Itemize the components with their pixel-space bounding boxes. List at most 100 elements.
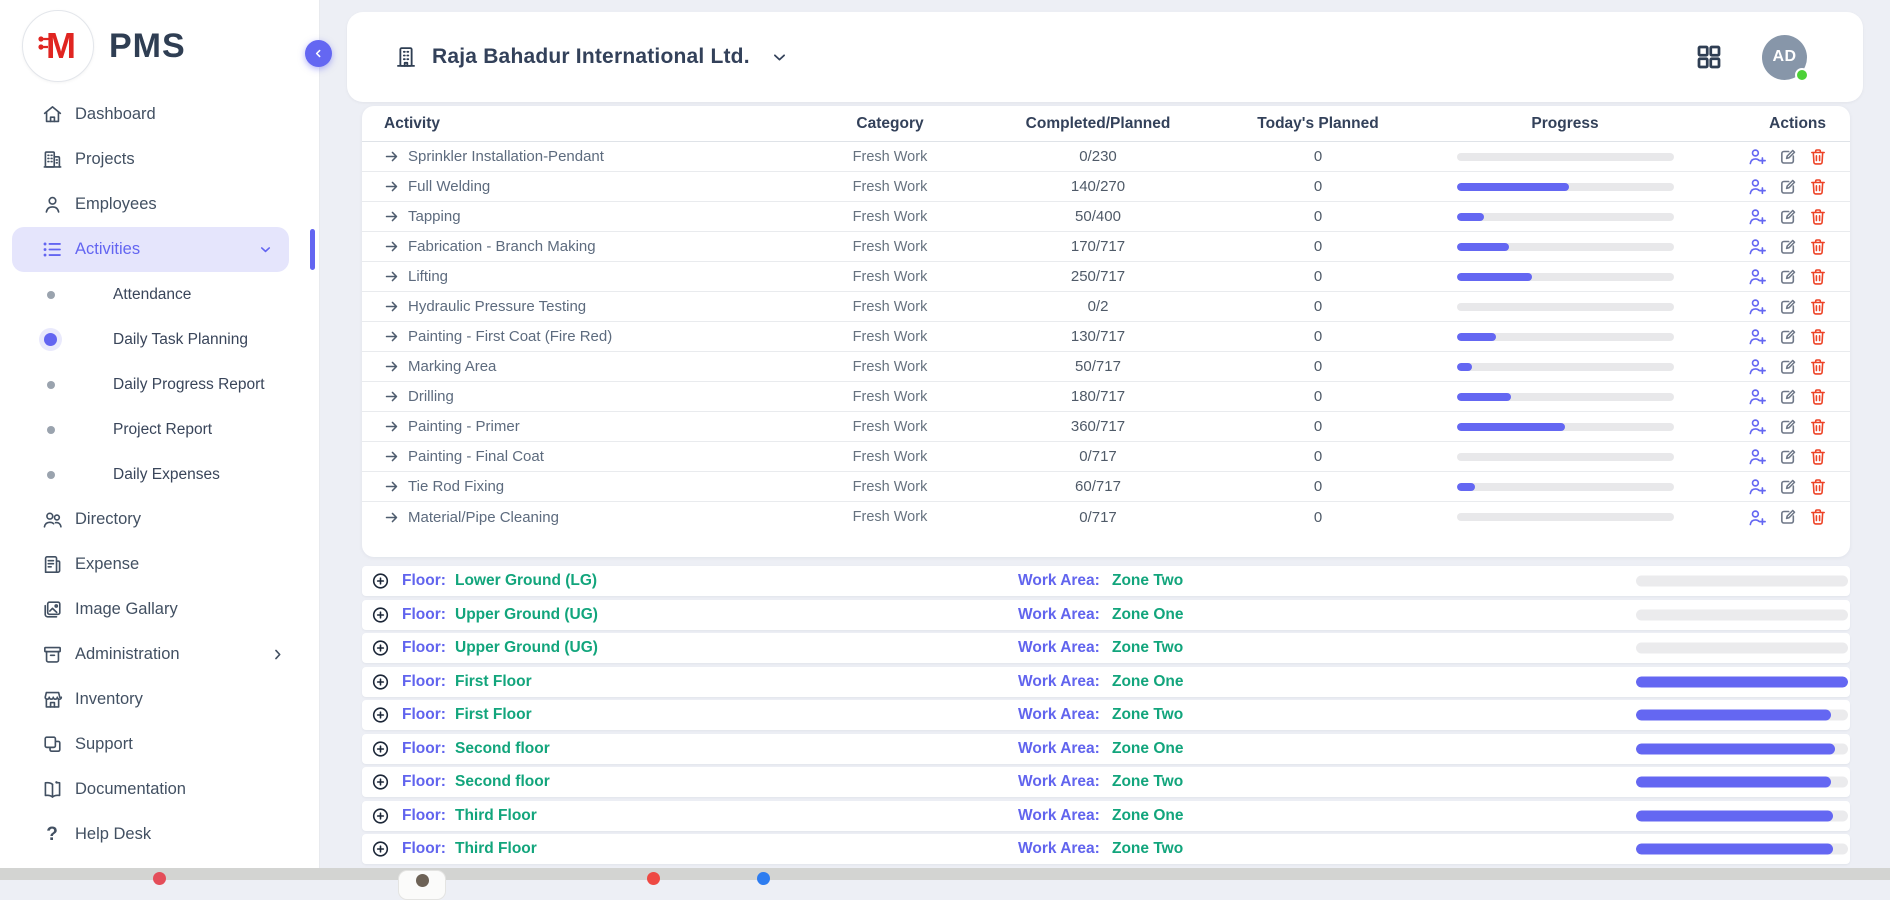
sidebar-item-expense[interactable]: Expense [0,542,319,587]
sidebar-item-help-desk[interactable]: ?Help Desk [0,812,319,857]
delete-activity-button[interactable] [1808,387,1828,407]
assign-user-button[interactable] [1747,507,1768,528]
floor-group-row[interactable]: Floor:Third FloorWork Area:Zone Two [362,834,1850,864]
assign-user-button[interactable] [1747,206,1768,227]
sidebar-subitem-daily-progress-report[interactable]: Daily Progress Report [0,362,319,407]
sidebar-item-directory[interactable]: Directory [0,497,319,542]
edit-activity-button[interactable] [1778,507,1798,527]
apps-grid-button[interactable] [1694,42,1724,72]
assign-user-button[interactable] [1747,236,1768,257]
delete-activity-button[interactable] [1808,477,1828,497]
floor-progress-bar [1636,777,1848,788]
plus-circle-icon[interactable] [371,605,390,624]
delete-activity-button[interactable] [1808,417,1828,437]
edit-activity-button[interactable] [1778,327,1798,347]
edit-activity-button[interactable] [1778,237,1798,257]
sidebar-item-dashboard[interactable]: Dashboard [0,92,319,137]
assign-user-button[interactable] [1747,446,1768,467]
floor-group-row[interactable]: Floor:First FloorWork Area:Zone One [362,667,1850,697]
plus-circle-icon[interactable] [371,739,390,758]
delete-activity-button[interactable] [1808,447,1828,467]
plus-circle-icon[interactable] [371,840,390,859]
activity-cell: Tapping [362,208,782,225]
sidebar-subitem-daily-expenses[interactable]: Daily Expenses [0,452,319,497]
delete-activity-button[interactable] [1808,177,1828,197]
progress-cell [1438,513,1692,521]
activity-row: Fabrication - Branch MakingFresh Work170… [362,232,1850,262]
company-selector[interactable]: Raja Bahadur International Ltd. [393,44,788,70]
floor-group-row[interactable]: Floor:Upper Ground (UG)Work Area:Zone On… [362,600,1850,630]
sidebar-item-image-gallary[interactable]: Image Gallary [0,587,319,632]
sidebar-subitem-attendance[interactable]: Attendance [0,272,319,317]
delete-icon [1808,147,1828,167]
delete-activity-button[interactable] [1808,507,1828,527]
work-area-label: Work Area: [1018,706,1100,724]
plus-circle-icon[interactable] [371,806,390,825]
taskbar-app-icon[interactable] [647,872,660,885]
sidebar-collapse-button[interactable] [305,40,332,67]
activity-row: DrillingFresh Work180/7170 [362,382,1850,412]
sidebar-item-activities[interactable]: Activities [12,227,289,272]
sidebar-item-employees[interactable]: Employees [0,182,319,227]
edit-activity-button[interactable] [1778,417,1798,437]
delete-activity-button[interactable] [1808,147,1828,167]
taskbar-app-icon[interactable] [153,872,166,885]
sidebar-subitem-project-report[interactable]: Project Report [0,407,319,452]
edit-activity-button[interactable] [1778,357,1798,377]
floor-group-row[interactable]: Floor:Second floorWork Area:Zone One [362,734,1850,764]
progress-bar [1457,273,1674,281]
floor-group-row[interactable]: Floor:Upper Ground (UG)Work Area:Zone Tw… [362,633,1850,663]
plus-circle-icon[interactable] [371,672,390,691]
assign-user-button[interactable] [1747,476,1768,497]
assign-user-button[interactable] [1747,416,1768,437]
actions-cell [1692,507,1850,528]
sidebar-item-support[interactable]: Support [0,722,319,767]
buildings-icon [40,148,64,172]
sidebar-item-inventory[interactable]: Inventory [0,677,319,722]
logo-mark-icon: M [22,10,94,82]
floor-group-row[interactable]: Floor:Second floorWork Area:Zone Two [362,767,1850,797]
floor-group-row[interactable]: Floor:Third FloorWork Area:Zone One [362,801,1850,831]
delete-activity-button[interactable] [1808,237,1828,257]
assign-user-button[interactable] [1747,296,1768,317]
edit-activity-button[interactable] [1778,477,1798,497]
edit-activity-button[interactable] [1778,207,1798,227]
plus-circle-icon[interactable] [371,639,390,658]
edit-activity-button[interactable] [1778,177,1798,197]
edit-activity-button[interactable] [1778,267,1798,287]
assign-user-button[interactable] [1747,266,1768,287]
category-value: Fresh Work [782,269,998,285]
sidebar-item-projects[interactable]: Projects [0,137,319,182]
delete-activity-button[interactable] [1808,327,1828,347]
delete-activity-button[interactable] [1808,207,1828,227]
delete-activity-button[interactable] [1808,357,1828,377]
assign-user-button[interactable] [1747,326,1768,347]
floor-name: Upper Ground (UG) [455,639,598,657]
floor-group-row[interactable]: Floor:First FloorWork Area:Zone Two [362,700,1850,730]
sidebar-subitem-daily-task-planning[interactable]: Daily Task Planning [0,317,319,362]
plus-circle-icon[interactable] [371,773,390,792]
edit-activity-button[interactable] [1778,147,1798,167]
app-face-icon [416,874,429,887]
plus-circle-icon[interactable] [371,706,390,725]
edit-activity-button[interactable] [1778,387,1798,407]
user-avatar[interactable]: AD [1762,35,1807,80]
taskbar-app-icon[interactable] [398,870,446,900]
delete-activity-button[interactable] [1808,267,1828,287]
plus-circle-icon[interactable] [371,572,390,591]
assign-user-button[interactable] [1747,146,1768,167]
assign-user-button[interactable] [1747,356,1768,377]
taskbar-app-icon[interactable] [757,872,770,885]
column-header-actions: Actions [1692,115,1850,133]
delete-activity-button[interactable] [1808,297,1828,317]
assign-user-button[interactable] [1747,176,1768,197]
table-header-row: Activity Category Completed/Planned Toda… [362,106,1850,142]
edit-activity-button[interactable] [1778,297,1798,317]
edit-activity-button[interactable] [1778,447,1798,467]
floor-group-row[interactable]: Floor:Lower Ground (LG)Work Area:Zone Tw… [362,566,1850,596]
assign-user-icon [1747,446,1768,467]
sidebar-item-administration[interactable]: Administration [0,632,319,677]
work-area-zone: Zone Two [1112,773,1183,791]
sidebar-item-documentation[interactable]: Documentation [0,767,319,812]
assign-user-button[interactable] [1747,386,1768,407]
